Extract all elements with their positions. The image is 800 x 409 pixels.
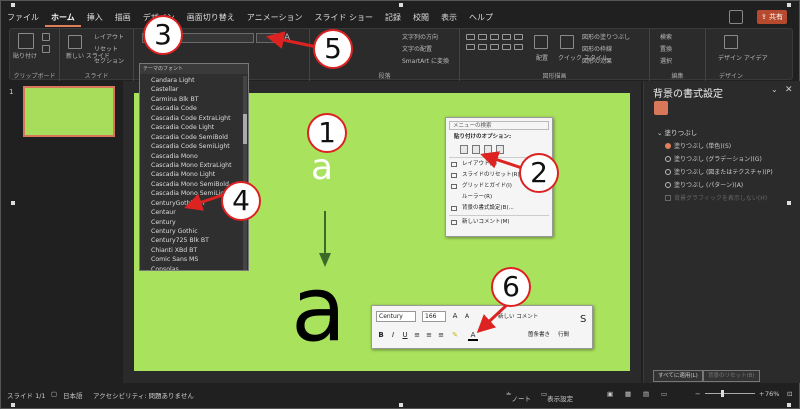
selection-handle[interactable] (399, 403, 403, 407)
selection-handle[interactable] (11, 403, 15, 407)
arrow-to-font-color (476, 301, 511, 334)
callout-6: 6 (491, 267, 531, 307)
callout-1: 1 (307, 113, 347, 153)
callout-3: 3 (143, 15, 183, 55)
powerpoint-window: ファイル ホーム 挿入 描画 デザイン 画面切り替え アニメーション スライド … (0, 0, 800, 409)
selection-handle[interactable] (399, 3, 403, 7)
selection-handle[interactable] (787, 403, 791, 407)
selection-handle[interactable] (787, 201, 791, 205)
annotation-arrows (184, 31, 526, 334)
arrow-to-font-size-button (266, 31, 318, 49)
selection-handle[interactable] (11, 201, 15, 205)
selection-handle[interactable] (11, 3, 15, 7)
callout-4: 4 (221, 181, 261, 221)
callout-2: 2 (519, 153, 559, 193)
callout-5: 5 (313, 29, 353, 69)
selection-handle[interactable] (787, 3, 791, 7)
